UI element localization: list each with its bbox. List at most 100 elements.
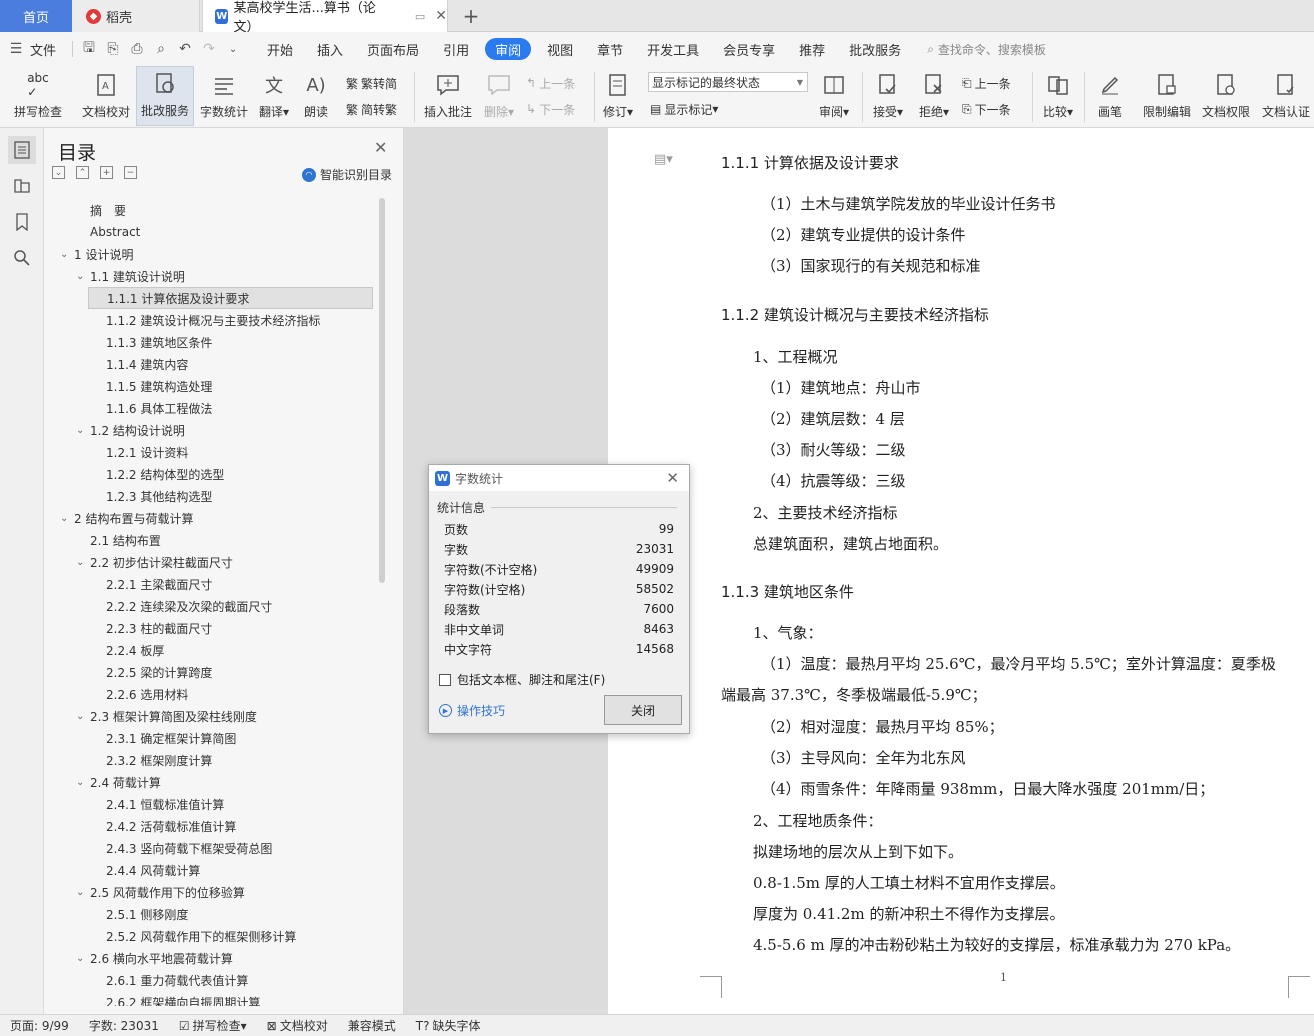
status-page[interactable]: 页面: 9/99 <box>0 1017 79 1034</box>
review-pane-button[interactable]: 审阅▾ <box>814 66 854 126</box>
close-button[interactable]: 关闭 <box>604 695 682 725</box>
status-proofread[interactable]: ⊠ 文档校对 <box>257 1017 338 1034</box>
paragraph-menu-icon[interactable]: ▤▾ <box>654 152 673 167</box>
redo-icon[interactable]: ↷ <box>197 41 221 57</box>
compare-button[interactable]: 比较▾ <box>1038 66 1078 126</box>
insert-comment-button[interactable]: 插入批注 <box>420 66 476 126</box>
chapter-nav-icon[interactable] <box>8 172 36 200</box>
menu-review-service[interactable]: 批改服务 <box>837 38 913 60</box>
simp-to-trad-button[interactable]: 繁简转繁 <box>346 98 397 120</box>
tab-home[interactable]: 首页 <box>0 0 72 32</box>
expand-chevron-icon[interactable]: ⌄ <box>76 711 90 722</box>
toc-item[interactable]: 2.2.6 选用材料 <box>92 683 188 705</box>
expand-up-icon[interactable]: ⌃ <box>76 166 89 179</box>
toc-item[interactable]: 1.1.5 建筑构造处理 <box>92 375 212 397</box>
toc-item[interactable]: 1.1.3 建筑地区条件 <box>92 331 212 353</box>
bookmark-icon[interactable] <box>8 208 36 236</box>
show-markup-button[interactable]: ▤ 显示标记 ▾ <box>650 98 718 120</box>
toc-item[interactable]: Abstract <box>60 221 140 243</box>
delete-comment-button[interactable]: 删除▾ <box>478 66 520 126</box>
status-spell-check[interactable]: ☑ 拼写检查 ▾ <box>169 1017 257 1034</box>
new-tab-icon[interactable]: + <box>458 0 484 32</box>
expand-chevron-icon[interactable]: ⌄ <box>76 557 90 568</box>
markup-state-select[interactable]: 显示标记的最终状态 ▼ <box>648 72 808 92</box>
menu-developer[interactable]: 开发工具 <box>635 38 711 60</box>
toc-item[interactable]: ⌄ 2.4 荷载计算 <box>76 771 161 793</box>
toc-item[interactable]: 2.4.3 竖向荷载下框架受荷总图 <box>92 837 272 859</box>
next-change-button[interactable]: ⎘ 下一条 <box>962 98 1011 120</box>
tab-daoke[interactable]: ◆ 稻壳 <box>72 0 200 32</box>
hamburger-icon[interactable]: ☰ <box>4 41 28 57</box>
word-count-button[interactable]: 字数统计 <box>198 66 250 126</box>
toc-item[interactable]: ⌄ 2 结构布置与荷载计算 <box>60 507 193 529</box>
document-page[interactable]: ▤▾ 1.1.1 计算依据及设计要求 （1）土木与建筑学院发放的毕业设计任务书 … <box>608 128 1314 1014</box>
toc-item[interactable]: 2.3.2 框架刚度计算 <box>92 749 212 771</box>
include-textbox-checkbox[interactable]: 包括文本框、脚注和尾注(F) <box>439 671 605 688</box>
toc-item[interactable]: 2.5.1 侧移刚度 <box>92 903 188 925</box>
toc-item[interactable]: 1.2.1 设计资料 <box>92 441 188 463</box>
print-icon[interactable]: ⎙ <box>125 41 149 57</box>
restrict-edit-button[interactable]: 限制编辑 <box>1140 66 1194 126</box>
status-word-count[interactable]: 字数: 23031 <box>79 1017 169 1034</box>
menu-recommend[interactable]: 推荐 <box>787 38 837 60</box>
toc-item[interactable]: 2.6.1 重力荷载代表值计算 <box>92 969 248 991</box>
quick-access-chevron-icon[interactable]: ⌄ <box>221 44 245 55</box>
toc-item[interactable]: ⌄ 1 设计说明 <box>60 243 133 265</box>
toc-item[interactable]: 1.1.4 建筑内容 <box>92 353 188 375</box>
toc-item[interactable]: 2.2.1 主梁截面尺寸 <box>92 573 212 595</box>
toc-item[interactable]: 2.5.2 风荷载作用下的框架侧移计算 <box>92 925 296 947</box>
toc-item[interactable]: 1.2.2 结构体型的选型 <box>92 463 224 485</box>
reject-button[interactable]: 拒绝▾ <box>914 66 954 126</box>
menu-layout[interactable]: 页面布局 <box>355 38 431 60</box>
prev-change-button[interactable]: ⎗ 上一条 <box>962 72 1011 94</box>
menu-review[interactable]: 审阅 <box>485 38 532 60</box>
toc-item[interactable]: ⌄ 1.1 建筑设计说明 <box>76 265 185 287</box>
status-compat-mode[interactable]: 兼容模式 <box>338 1017 406 1034</box>
menu-references[interactable]: 引用 <box>431 38 481 60</box>
toc-item[interactable]: ⌄ 2.5 风荷载作用下的位移验算 <box>76 881 245 903</box>
find-icon[interactable] <box>8 244 36 272</box>
ink-pen-button[interactable]: 画笔 <box>1090 66 1130 126</box>
toc-item[interactable]: 2.4.4 风荷载计算 <box>92 859 200 881</box>
toc-item[interactable]: 1.1.2 建筑设计概况与主要技术经济指标 <box>92 309 320 331</box>
expand-chevron-icon[interactable]: ⌄ <box>76 271 90 282</box>
tips-link[interactable]: ▶ 操作技巧 <box>439 702 505 719</box>
menu-view[interactable]: 视图 <box>535 38 585 60</box>
toc-item[interactable]: 2.2.5 梁的计算跨度 <box>92 661 212 683</box>
close-icon[interactable]: ✕ <box>374 138 387 157</box>
toc-pane-icon[interactable] <box>8 136 36 164</box>
menu-file[interactable]: 文件 <box>28 38 68 60</box>
toc-item[interactable]: 摘 要 <box>60 199 126 221</box>
save-icon[interactable]: 🖫 <box>77 37 101 61</box>
toc-item[interactable]: 2.2.4 板厚 <box>92 639 164 661</box>
toc-item[interactable]: 2.3.1 确定框架计算简图 <box>92 727 236 749</box>
command-search[interactable]: ⌕ 查找命令、搜索模板 <box>927 41 1046 58</box>
collapse-all-icon[interactable]: ⌄ <box>52 166 65 179</box>
accept-button[interactable]: 接受▾ <box>868 66 908 126</box>
print-preview-icon[interactable]: ⌕ <box>149 41 173 57</box>
tab-close-icon[interactable]: ✕ <box>435 8 447 24</box>
menu-member[interactable]: 会员专享 <box>711 38 787 60</box>
toc-scrollbar[interactable] <box>379 198 385 583</box>
add-heading-icon[interactable]: + <box>100 166 113 179</box>
toc-item[interactable]: ⌄ 2.3 框架计算简图及梁柱线刚度 <box>76 705 257 727</box>
doc-cert-button[interactable]: 文档认证 <box>1258 66 1314 126</box>
menu-insert[interactable]: 插入 <box>305 38 355 60</box>
toc-item[interactable]: ⌄ 2.6 横向水平地震荷载计算 <box>76 947 233 969</box>
review-service-button[interactable]: 批改服务 <box>136 66 194 126</box>
toc-item[interactable]: 1.1.1 计算依据及设计要求 <box>88 287 373 309</box>
expand-chevron-icon[interactable]: ⌄ <box>60 249 74 260</box>
expand-chevron-icon[interactable]: ⌄ <box>60 513 74 524</box>
tab-pin-icon[interactable]: ▭ <box>415 10 425 23</box>
expand-chevron-icon[interactable]: ⌄ <box>76 887 90 898</box>
toc-item[interactable]: 1.2.3 其他结构选型 <box>92 485 212 507</box>
checkbox-box[interactable] <box>439 673 451 686</box>
doc-proofread-button[interactable]: A 文档校对 <box>76 66 136 126</box>
toc-item[interactable]: 2.4.2 活荷载标准值计算 <box>92 815 236 837</box>
toc-item[interactable]: 2.6.2 框架横向自振周期计算 <box>92 991 260 1007</box>
status-missing-font[interactable]: T? 缺失字体 <box>406 1017 491 1034</box>
toc-item[interactable]: 2.2.3 柱的截面尺寸 <box>92 617 212 639</box>
expand-chevron-icon[interactable]: ⌄ <box>76 777 90 788</box>
tab-document[interactable]: W 某高校学生活...算书（论文） ▭ ✕ <box>202 0 448 35</box>
next-comment-button[interactable]: ↳ 下一条 <box>526 98 575 120</box>
